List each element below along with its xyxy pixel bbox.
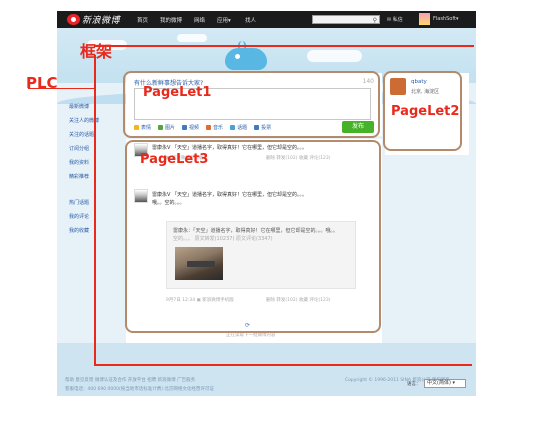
image-tool[interactable]: 图片	[158, 124, 175, 131]
avatar[interactable]	[134, 189, 148, 203]
post-time-source: 9月7日 12:34 ▣ 新浪微博手机版	[166, 298, 234, 303]
footer-links[interactable]: 帮助 意见反馈 微博认证及合作 开放平台 招聘 新浪微博 广告服务	[65, 377, 195, 383]
pagelet3-label: PageLet3	[140, 152, 209, 167]
publish-button[interactable]: 发布	[342, 121, 374, 133]
tool-label: 图片	[165, 125, 176, 131]
vote-icon	[254, 125, 260, 130]
user-avatar[interactable]	[419, 13, 430, 25]
repost-stats[interactable]: 空的。。。 原文转发(10237) 原文评论(3347)	[173, 235, 273, 242]
logo-text: 新浪微博	[82, 16, 121, 26]
sidebar-item-groups[interactable]: 订阅分组	[69, 145, 89, 152]
frame-bottom-line	[94, 364, 472, 366]
sidebar-item-favorites[interactable]: 我的收藏	[69, 227, 89, 234]
search-input[interactable]: ⚲	[312, 15, 380, 24]
search-icon[interactable]: ⚲	[373, 17, 377, 24]
weibo-page: 新浪微博 首页 我的微博 网络 应用▾ 找人 ⚲ ✉ 私信 FlashSoft▾…	[57, 11, 476, 396]
post-text: 雷康永V 「天空」道播名字，取得真好！它在哪里，但它却是空的。。。	[152, 145, 308, 151]
emoticon-tool[interactable]: 表情	[134, 124, 151, 131]
repost-text: 雷康永：「天空」道播名字，取得真好！它在哪里，但它却是空的。。。哦。。	[173, 228, 339, 234]
emoticon-icon	[134, 125, 139, 130]
music-icon	[206, 125, 212, 130]
whale-mascot-icon	[225, 48, 267, 70]
sidebar-item-hot-topics[interactable]: 热门话题	[69, 199, 89, 206]
topic-icon	[230, 125, 236, 130]
weibo-logo[interactable]: 新浪微博	[67, 13, 120, 26]
user-name[interactable]: qbaty	[411, 79, 427, 85]
frame-label: 框架	[80, 42, 113, 61]
language-label: 语言：	[407, 382, 421, 387]
repost-photo[interactable]	[175, 247, 223, 280]
sidebar-item-profile[interactable]: 我的资料	[69, 159, 89, 166]
loading-text: 正在读取下一批微博内容	[226, 333, 276, 338]
avatar[interactable]	[390, 78, 406, 95]
topic-tool[interactable]: 话题	[230, 124, 247, 131]
user-location: 北京, 海淀区	[411, 89, 440, 95]
frame-line	[94, 45, 474, 47]
nav-apps[interactable]: 应用▾	[217, 16, 231, 24]
post-actions[interactable]: 删除 转发(102) 收藏 评论(123)	[266, 155, 331, 161]
publish-toolbar: 表情 图片 视频 音乐 话题 投票	[134, 124, 271, 131]
vote-tool[interactable]: 投票	[254, 124, 271, 131]
language-select[interactable]: 中文(简体) ▾	[424, 379, 466, 388]
publish-box: 有什么新鲜事想告诉大家? 140 表情 图片 视频 音乐 话题 投票 发布	[126, 73, 382, 136]
page-footer: 帮助 意见反馈 微博认证及合作 开放平台 招聘 新浪微博 广告服务 客服电话：4…	[57, 343, 476, 396]
pagelet1-label: PageLet1	[143, 85, 212, 100]
cloud-decoration	[307, 50, 362, 62]
tool-label: 投票	[261, 125, 272, 131]
nav-my-weibo[interactable]: 我的微博	[160, 16, 182, 24]
image-icon	[158, 125, 164, 130]
pagelet2-label: PageLet2	[391, 104, 460, 119]
sidebar-item-recommend[interactable]: 精彩推荐	[69, 173, 89, 180]
post-text: 雷康永V 「天空」道播名字，取得真好！它在哪里，但它却是空的。。。	[152, 192, 308, 198]
sidebar-item-topics[interactable]: 关注的话题	[69, 131, 94, 138]
private-message-link[interactable]: ✉ 私信	[387, 16, 403, 23]
top-nav-bar: 新浪微博 首页 我的微博 网络 应用▾ 找人 ⚲ ✉ 私信 FlashSoft▾	[57, 11, 476, 28]
music-tool[interactable]: 音乐	[206, 124, 223, 131]
user-menu[interactable]: FlashSoft▾	[433, 16, 458, 22]
nav-find-people[interactable]: 找人	[245, 16, 256, 24]
left-sidebar: 最新微博 关注人的微博 关注的话题 订阅分组 我的资料 精彩推荐 热门话题 我的…	[57, 83, 120, 343]
char-counter: 140	[362, 78, 374, 85]
tool-label: 表情	[141, 125, 152, 131]
video-tool[interactable]: 视频	[182, 124, 199, 131]
video-icon	[182, 125, 188, 130]
sidebar-item-latest[interactable]: 最新微博	[69, 103, 89, 110]
tool-label: 话题	[237, 125, 248, 131]
post-text-continued: 哦。。空的。。。	[152, 200, 185, 206]
plc-label: PLC	[26, 74, 58, 92]
sidebar-item-comments[interactable]: 我的评论	[69, 213, 89, 220]
nav-home[interactable]: 首页	[137, 16, 148, 24]
cloud-decoration	[177, 34, 207, 42]
reposted-content: 雷康永：「天空」道播名字，取得真好！它在哪里，但它却是空的。。。哦。。 空的。。…	[166, 221, 356, 289]
plc-line	[94, 55, 96, 365]
tool-label: 音乐	[213, 125, 224, 131]
post-actions[interactable]: 删除 转发(102) 收藏 评论(123)	[266, 297, 331, 303]
footer-contact: 客服电话：400 690 0000(按当地市话标准计费) 北京网络文化经营许可证	[65, 387, 214, 392]
loading-spinner-icon: ⟳	[245, 322, 251, 329]
weibo-eye-icon	[67, 14, 80, 25]
tool-label: 视频	[189, 125, 200, 131]
feed-list: 雷康永V 「天空」道播名字，取得真好！它在哪里，但它却是空的。。。 ▣ 新浪微博…	[126, 139, 382, 344]
nav-network[interactable]: 网络	[194, 16, 205, 24]
